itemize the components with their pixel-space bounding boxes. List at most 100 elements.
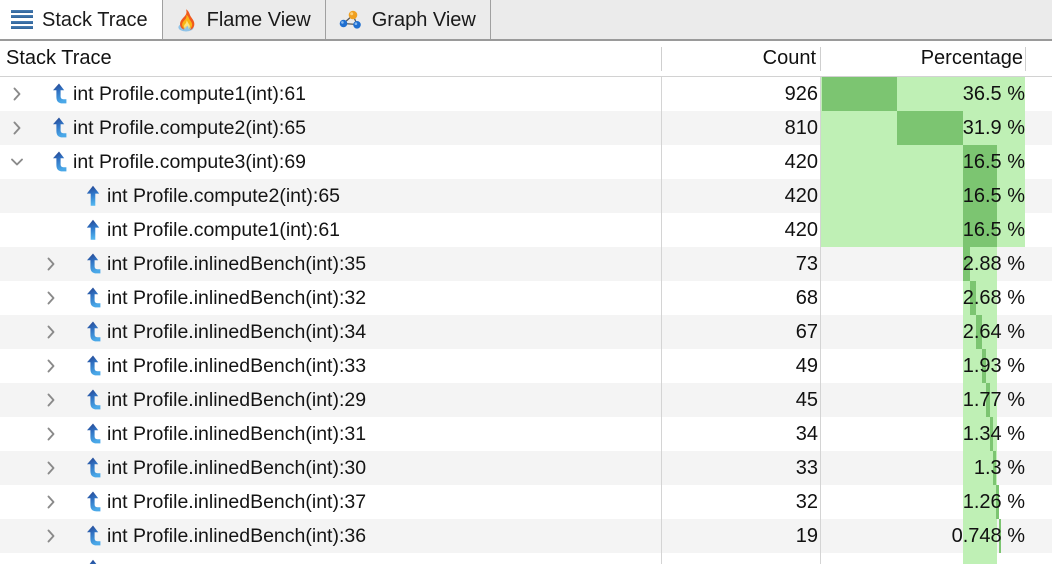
- chevron-right-icon[interactable]: [42, 417, 60, 451]
- row-count-value: 33: [795, 457, 818, 479]
- row-count-value: 19: [795, 525, 818, 547]
- row-percentage-cell: 16.5 %: [820, 179, 1052, 213]
- row-method-label: int Profile.inlinedBench(int):36: [107, 525, 367, 547]
- table-row[interactable]: int Profile.inlinedBench(int):37 32 1.26 %: [0, 485, 1052, 519]
- row-count-value: 926: [784, 83, 818, 105]
- table-row[interactable]: int Profile.inlinedBench(int):34 67 2.64 %: [0, 315, 1052, 349]
- table-row[interactable]: int Profile.compute1(int):61 420 16.5 %: [0, 213, 1052, 247]
- row-percentage-value: 31.9 %: [962, 117, 1025, 139]
- column-header-count[interactable]: Count: [661, 41, 820, 76]
- chevron-down-icon[interactable]: [8, 145, 26, 179]
- row-percentage-value: 2.64 %: [962, 321, 1025, 343]
- view-tab-bar: Stack Trace Flame View Graph View: [0, 0, 1052, 41]
- table-row[interactable]: int Profile.inlinedBench(int):31 34 1.34 %: [0, 417, 1052, 451]
- tab-graph-view[interactable]: Graph View: [325, 0, 491, 39]
- row-count-value: 420: [784, 219, 818, 241]
- method-hook-arrow-icon: [82, 451, 104, 485]
- table-row[interactable]: int Profile.compute2(int):65 810 31.9 %: [0, 111, 1052, 145]
- method-hook-arrow-icon: [82, 383, 104, 417]
- percentage-bar-fill: [822, 77, 897, 111]
- row-method-label: int Profile.inlinedBench(int):35: [107, 253, 367, 275]
- row-count-value: 45: [795, 389, 818, 411]
- tab-flame-view-label: Flame View: [206, 8, 311, 31]
- row-count-value: 49: [795, 355, 818, 377]
- row-method-label: int Profile.inlinedBench(int):30: [107, 457, 367, 479]
- row-percentage-value: 1.77 %: [962, 389, 1025, 411]
- row-percentage-value: 16.5 %: [962, 151, 1025, 173]
- row-percentage-value: 1.26 %: [962, 491, 1025, 513]
- table-row[interactable]: int Profile.inlinedBench(int):33 49 1.93 %: [0, 349, 1052, 383]
- chevron-right-icon[interactable]: [42, 485, 60, 519]
- method-arrow-up-icon: [82, 179, 104, 213]
- chevron-right-icon[interactable]: [42, 349, 60, 383]
- row-percentage-cell: 1.3 %: [820, 451, 1052, 485]
- row-percentage-value: 36.5 %: [962, 83, 1025, 105]
- chevron-right-icon[interactable]: [42, 451, 60, 485]
- row-count-value: 73: [795, 253, 818, 275]
- row-count-value: 32: [795, 491, 818, 513]
- column-header-percentage[interactable]: Percentage: [820, 41, 1025, 76]
- table-row[interactable]: int Profile.inlinedBench(int):35 73 2.88 %: [0, 247, 1052, 281]
- percentage-bar-fill: [897, 111, 963, 145]
- row-percentage-cell: 1.93 %: [820, 349, 1052, 383]
- row-method-label: int Profile.inlinedBench(int):29: [107, 389, 367, 411]
- chevron-right-icon[interactable]: [42, 315, 60, 349]
- row-percentage-value: 0.748 %: [951, 525, 1025, 547]
- row-method-label: int Profile.inlinedBench(int):37: [107, 491, 367, 513]
- stack-trace-table: Stack Trace Count Percentage int Profile…: [0, 41, 1052, 564]
- row-count-value: 420: [784, 151, 818, 173]
- table-row[interactable]: int Profile.compute1(int):61 926 36.5 %: [0, 77, 1052, 111]
- method-arrow-up-icon: [82, 553, 104, 564]
- column-divider-3[interactable]: [1025, 47, 1026, 71]
- chevron-right-icon[interactable]: [42, 281, 60, 315]
- method-hook-arrow-icon: [48, 111, 70, 145]
- row-percentage-value: 1.3 %: [973, 457, 1025, 479]
- method-hook-arrow-icon: [82, 485, 104, 519]
- chevron-right-icon[interactable]: [42, 383, 60, 417]
- row-method-label: int Profile.compute2(int):65: [107, 185, 341, 207]
- row-percentage-value: 16.5 %: [962, 219, 1025, 241]
- row-percentage-value: 1.93 %: [962, 355, 1025, 377]
- table-row[interactable]: int Profile.compute2(int):65 420 16.5 %: [0, 179, 1052, 213]
- row-count-value: 68: [795, 287, 818, 309]
- row-method-label: int Profile.compute1(int):61: [107, 219, 341, 241]
- list-icon: [11, 10, 33, 29]
- method-hook-arrow-icon: [48, 77, 70, 111]
- chevron-right-icon[interactable]: [42, 519, 60, 553]
- row-method-label: int Profile.inlinedBench(int):32: [107, 287, 367, 309]
- row-percentage-cell: [820, 553, 1052, 564]
- row-percentage-value: 1.34 %: [962, 423, 1025, 445]
- row-percentage-cell: 2.68 %: [820, 281, 1052, 315]
- table-row[interactable]: int Profile.inlinedBench(int):32 68 2.68 %: [0, 281, 1052, 315]
- method-hook-arrow-icon: [48, 145, 70, 179]
- method-hook-arrow-icon: [82, 417, 104, 451]
- table-row[interactable]: int Profile.inlinedBench(int):29 45 1.77 %: [0, 383, 1052, 417]
- chevron-right-icon[interactable]: [8, 111, 26, 145]
- method-hook-arrow-icon: [82, 247, 104, 281]
- row-percentage-cell: 36.5 %: [820, 77, 1052, 111]
- chevron-right-icon[interactable]: [8, 77, 26, 111]
- chevron-right-icon[interactable]: [42, 247, 60, 281]
- row-count-value: 420: [784, 185, 818, 207]
- table-row-partial[interactable]: [0, 553, 1052, 564]
- row-percentage-cell: 2.64 %: [820, 315, 1052, 349]
- table-header-row: Stack Trace Count Percentage: [0, 41, 1052, 77]
- tab-stack-trace[interactable]: Stack Trace: [0, 0, 163, 39]
- table-row[interactable]: int Profile.inlinedBench(int):30 33 1.3 %: [0, 451, 1052, 485]
- tab-graph-view-label: Graph View: [371, 8, 476, 31]
- table-row[interactable]: int Profile.compute3(int):69 420 16.5 %: [0, 145, 1052, 179]
- column-header-stack-trace[interactable]: Stack Trace: [6, 41, 112, 76]
- row-percentage-cell: 1.77 %: [820, 383, 1052, 417]
- percentage-bar-background: [963, 553, 997, 564]
- method-hook-arrow-icon: [82, 281, 104, 315]
- graph-icon: [337, 9, 363, 31]
- tab-flame-view[interactable]: Flame View: [162, 0, 326, 39]
- row-percentage-value: 16.5 %: [962, 185, 1025, 207]
- method-hook-arrow-icon: [82, 315, 104, 349]
- row-count-value: 34: [795, 423, 818, 445]
- row-method-label: int Profile.compute2(int):65: [73, 117, 307, 139]
- flame-icon: [174, 8, 198, 32]
- row-percentage-cell: 0.748 %: [820, 519, 1052, 553]
- table-row[interactable]: int Profile.inlinedBench(int):36 19 0.748 …: [0, 519, 1052, 553]
- row-percentage-value: 2.88 %: [962, 253, 1025, 275]
